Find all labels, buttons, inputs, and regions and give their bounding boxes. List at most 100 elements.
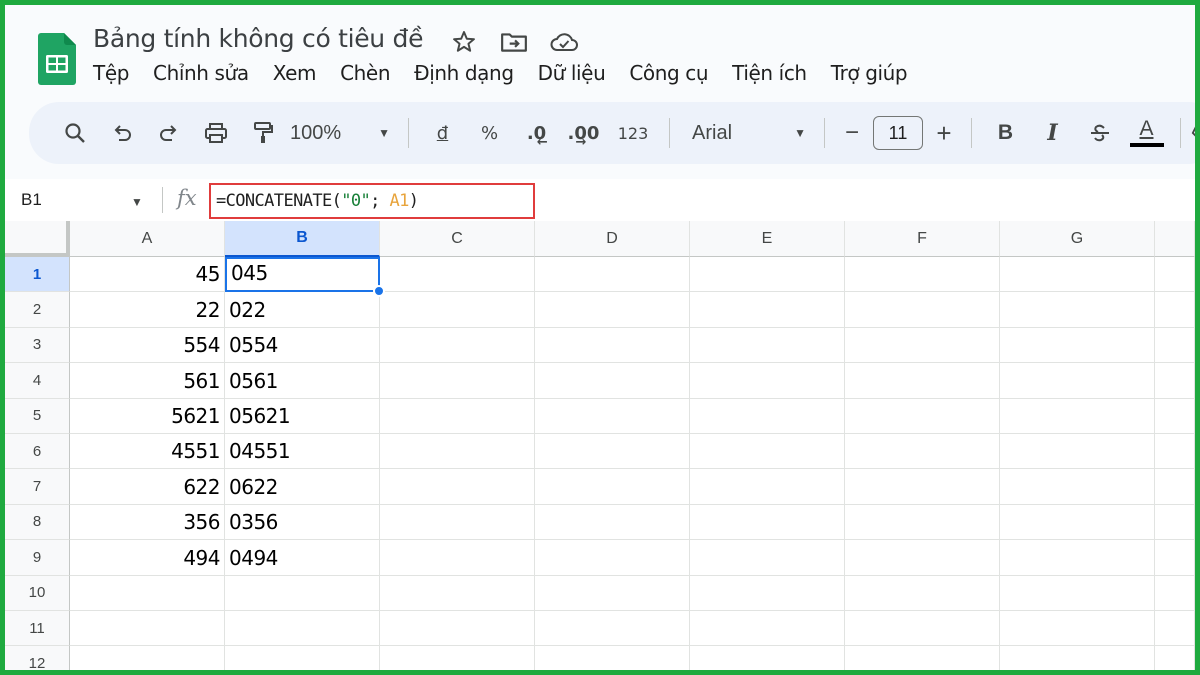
row-header-5[interactable]: 5 [5,398,70,434]
redo-icon[interactable] [145,113,192,153]
cell-g1[interactable] [1000,257,1155,293]
name-box[interactable]: B1 [21,190,42,210]
cell-f5[interactable] [845,398,1000,434]
cell-a5[interactable]: 5621 [70,398,225,434]
cell-e7[interactable] [690,469,845,505]
menu-extensions[interactable]: Tiện ích [732,61,819,85]
currency-format-button[interactable]: đ [419,113,466,153]
cell-e6[interactable] [690,434,845,470]
cell-b9[interactable]: 0494 [225,540,380,576]
zoom-select[interactable]: 100% ▼ [286,113,398,153]
cell-d12[interactable] [535,646,690,670]
cell-c6[interactable] [380,434,535,470]
column-header-c[interactable]: C [380,221,535,257]
fill-color-icon[interactable] [1191,113,1195,153]
print-icon[interactable] [192,113,239,153]
font-size-input[interactable]: 11 [873,116,923,150]
cell-d9[interactable] [535,540,690,576]
cell-e1[interactable] [690,257,845,293]
cell-f10[interactable] [845,575,1000,611]
increase-font-size-button[interactable]: + [927,113,961,153]
cell-f11[interactable] [845,611,1000,647]
cell-a1[interactable]: 45 [70,257,225,293]
cell-a11[interactable] [70,611,225,647]
menu-edit[interactable]: Chỉnh sửa [153,61,261,85]
cell-d8[interactable] [535,504,690,541]
italic-button[interactable]: I [1029,113,1076,153]
cell-g9[interactable] [1000,540,1155,576]
cell-a4[interactable]: 561 [70,363,225,399]
cell-h2[interactable] [1155,292,1195,328]
cell-a8[interactable]: 356 [70,504,225,541]
cell-h9[interactable] [1155,540,1195,576]
cell-c1[interactable] [380,257,535,293]
cell-a2[interactable]: 22 [70,292,225,328]
row-header-1[interactable]: 1 [5,257,70,293]
cell-c7[interactable] [380,469,535,505]
cloud-saved-icon[interactable] [549,27,579,57]
cell-d3[interactable] [535,327,690,364]
cell-b6[interactable]: 04551 [225,434,380,470]
row-header-9[interactable]: 9 [5,540,70,576]
sheets-logo-icon[interactable] [38,33,76,85]
cell-d2[interactable] [535,292,690,328]
formula-input[interactable]: =CONCATENATE("0"; A1) [209,183,535,219]
row-header-2[interactable]: 2 [5,292,70,328]
cell-g6[interactable] [1000,434,1155,470]
row-header-6[interactable]: 6 [5,434,70,470]
undo-icon[interactable] [98,113,145,153]
cell-e11[interactable] [690,611,845,647]
cell-f7[interactable] [845,469,1000,505]
cell-b1[interactable]: 045 [225,257,380,293]
cell-b10[interactable] [225,575,380,611]
cell-h5[interactable] [1155,398,1195,434]
menu-view[interactable]: Xem [273,61,328,85]
star-icon[interactable] [449,27,479,57]
menu-data[interactable]: Dữ liệu [538,61,618,85]
cell-d7[interactable] [535,469,690,505]
column-header-g[interactable]: G [1000,221,1155,257]
menu-tools[interactable]: Công cụ [629,61,720,85]
cell-e2[interactable] [690,292,845,328]
cell-b4[interactable]: 0561 [225,363,380,399]
row-header-7[interactable]: 7 [5,469,70,505]
cell-b12[interactable] [225,646,380,670]
cell-e8[interactable] [690,504,845,541]
cell-d6[interactable] [535,434,690,470]
cell-c5[interactable] [380,398,535,434]
cell-f2[interactable] [845,292,1000,328]
cell-h8[interactable] [1155,504,1195,541]
decrease-decimal-button[interactable]: .0 ← [513,113,560,153]
column-header-partial[interactable] [1155,221,1195,257]
cell-h6[interactable] [1155,434,1195,470]
row-header-11[interactable]: 11 [5,611,70,647]
cell-c3[interactable] [380,327,535,364]
cell-e4[interactable] [690,363,845,399]
column-header-a[interactable]: A [70,221,225,257]
document-title[interactable]: Bảng tính không có tiêu đề [93,24,423,53]
cell-h1[interactable] [1155,257,1195,293]
cell-b2[interactable]: 022 [225,292,380,328]
percent-format-button[interactable]: % [466,113,513,153]
cell-c12[interactable] [380,646,535,670]
cell-h3[interactable] [1155,327,1195,364]
cell-e10[interactable] [690,575,845,611]
cell-h10[interactable] [1155,575,1195,611]
menu-format[interactable]: Định dạng [414,61,526,85]
column-header-f[interactable]: F [845,221,1000,257]
column-header-d[interactable]: D [535,221,690,257]
select-all-corner[interactable] [5,221,70,257]
cell-f6[interactable] [845,434,1000,470]
cell-b7[interactable]: 0622 [225,469,380,505]
column-header-e[interactable]: E [690,221,845,257]
cell-a12[interactable] [70,646,225,670]
cell-e12[interactable] [690,646,845,670]
cell-c4[interactable] [380,363,535,399]
cell-f9[interactable] [845,540,1000,576]
cell-f12[interactable] [845,646,1000,670]
increase-decimal-button[interactable]: .00 → [560,113,607,153]
cell-h4[interactable] [1155,363,1195,399]
cell-c11[interactable] [380,611,535,647]
column-header-b[interactable]: B [225,221,380,257]
cell-f1[interactable] [845,257,1000,293]
